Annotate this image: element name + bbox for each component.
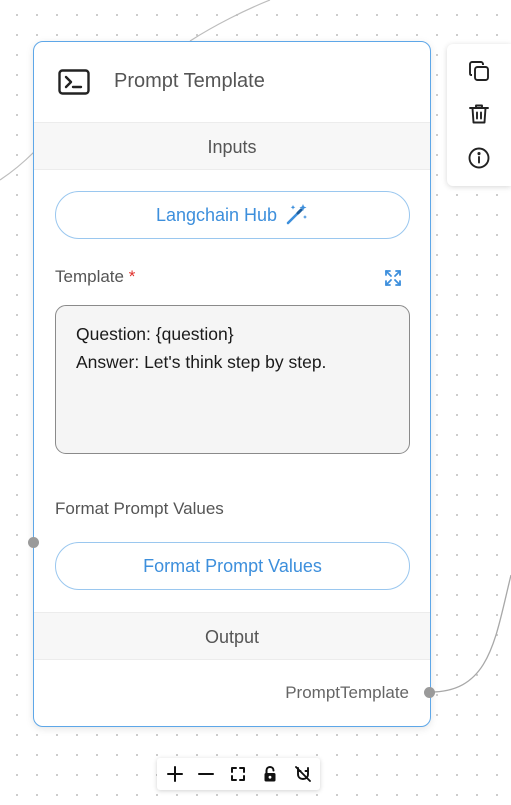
template-line-1: Question: {question} [76,324,234,344]
magnet-icon[interactable] [293,764,313,784]
plus-icon[interactable] [165,764,185,784]
expand-icon[interactable] [384,269,402,287]
fit-view-icon[interactable] [228,764,248,784]
output-section-header: Output [34,612,430,660]
trash-icon[interactable] [467,102,491,126]
edge-output [429,574,511,693]
required-marker: * [128,267,136,286]
edge-top [189,0,271,42]
output-label: PromptTemplate [285,683,409,702]
magic-wand-icon [285,202,309,226]
copy-icon[interactable] [467,59,491,83]
output-handle[interactable] [424,687,435,698]
template-field-label: Template * [55,267,135,287]
zoom-controls [157,758,320,790]
node-toolbar [447,44,511,186]
node-title: Prompt Template [114,70,265,92]
lock-icon[interactable] [260,764,280,784]
template-textarea[interactable]: Question: {question} Answer: Let's think… [55,305,410,454]
terminal-icon [58,69,90,95]
node-header[interactable]: Prompt Template [34,42,430,122]
langchain-hub-button-label: Langchain Hub [155,205,278,225]
info-icon[interactable] [467,146,491,170]
template-line-2: Answer: Let's think step by step. [76,352,327,372]
prompt-template-node[interactable]: Prompt Template Inputs Langchain Hub Tem… [33,41,431,727]
langchain-hub-button[interactable]: Langchain Hub [55,191,410,239]
format-prompt-values-button[interactable]: Format Prompt Values [55,542,410,590]
minus-icon[interactable] [196,764,216,784]
format-prompt-values-label: Format Prompt Values [55,499,224,518]
input-handle[interactable] [28,537,39,548]
template-label-text: Template [55,267,124,286]
inputs-section-header: Inputs [34,122,430,170]
edge-left [0,151,35,181]
